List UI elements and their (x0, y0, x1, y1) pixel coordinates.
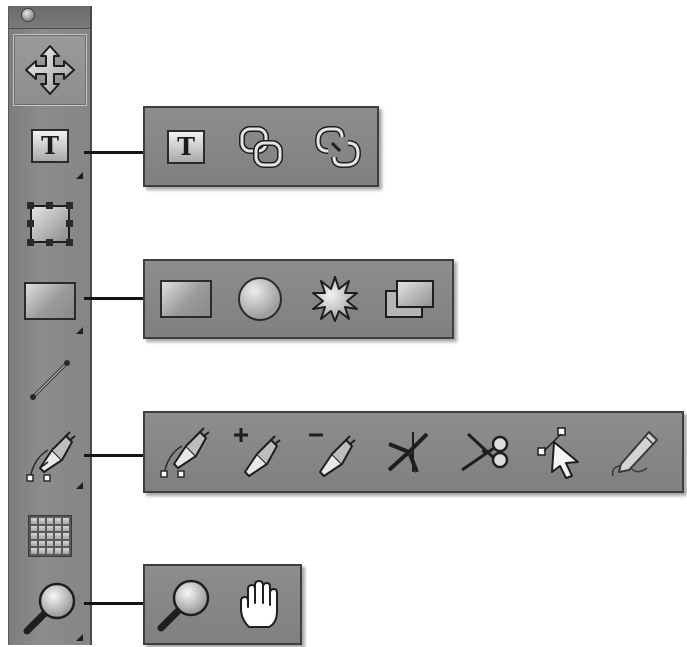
rectangle-icon (160, 280, 212, 318)
stacked-rectangles-icon (385, 280, 434, 318)
table-tool-button[interactable] (13, 500, 87, 572)
toolbar-grip[interactable] (9, 6, 90, 29)
flyout-pen-tool-button[interactable] (149, 413, 219, 491)
unlink-icon (314, 125, 362, 168)
text-icon: T (31, 129, 69, 163)
connector-line (84, 602, 144, 605)
flyout-indicator-icon (76, 634, 83, 641)
move-tool-button[interactable] (13, 34, 87, 106)
flyout-indicator-icon (76, 172, 83, 179)
text-icon: T (167, 129, 205, 164)
flyout-star-tool-button[interactable] (300, 261, 370, 337)
hand-icon (240, 579, 278, 628)
ellipse-icon (238, 277, 282, 321)
pen-tool-button[interactable] (13, 420, 87, 492)
starburst-icon (312, 276, 358, 322)
magnifier-icon (23, 582, 76, 635)
text-tools-flyout: T (143, 106, 379, 187)
rectangle-tool-button[interactable] (13, 265, 87, 337)
flyout-scissors-button[interactable] (449, 413, 519, 491)
flyout-rectangle-tool-button[interactable] (151, 261, 221, 337)
shape-tools-flyout (143, 259, 454, 339)
text-tool-glyph: T (41, 131, 59, 160)
direct-select-icon (537, 427, 579, 479)
flyout-indicator-icon (76, 327, 83, 334)
flyout-hand-tool-button[interactable] (225, 566, 295, 643)
link-icon (239, 125, 283, 168)
rectangle-icon (24, 282, 76, 320)
pen-icon (160, 427, 210, 478)
flyout-add-anchor-button[interactable] (224, 413, 294, 491)
zoom-tool-button[interactable] (13, 572, 87, 644)
grid-icon (28, 515, 72, 557)
flyout-ellipse-tool-button[interactable] (225, 261, 295, 337)
flyout-convert-anchor-button[interactable] (374, 413, 444, 491)
flyout-delete-anchor-button[interactable] (299, 413, 369, 491)
magnifier-icon (157, 579, 210, 631)
flyout-pencil-button[interactable] (600, 413, 670, 491)
pen-minus-icon (309, 433, 356, 477)
frame-tool-button[interactable] (13, 188, 87, 260)
pen-tools-flyout (143, 411, 684, 493)
toolbar-close-icon[interactable] (21, 8, 35, 22)
tool-diagram: T T (0, 0, 687, 647)
tools-toolbar: T (8, 6, 92, 645)
pen-icon (26, 431, 76, 482)
pencil-icon (611, 431, 658, 477)
move-arrows-icon (25, 45, 75, 95)
connector-line (84, 151, 144, 154)
flyout-direct-select-button[interactable] (525, 413, 595, 491)
line-tool-button[interactable] (13, 344, 87, 416)
flyout-link-text-button[interactable] (227, 108, 297, 185)
connector-line (84, 297, 144, 300)
navigation-tools-flyout (143, 564, 302, 645)
convert-point-icon (387, 432, 429, 473)
connector-line (84, 454, 144, 457)
flyout-shadow-rect-tool-button[interactable] (375, 261, 445, 337)
text-tool-glyph: T (177, 131, 195, 161)
flyout-text-tool-button[interactable]: T (151, 108, 221, 185)
scissors-icon (461, 432, 509, 472)
flyout-indicator-icon (76, 482, 83, 489)
flyout-unlink-text-button[interactable] (303, 108, 373, 185)
text-tool-button[interactable]: T (13, 110, 87, 182)
frame-icon (27, 202, 73, 246)
line-icon (30, 360, 70, 400)
pen-plus-icon (234, 428, 281, 477)
flyout-zoom-tool-button[interactable] (149, 566, 219, 643)
